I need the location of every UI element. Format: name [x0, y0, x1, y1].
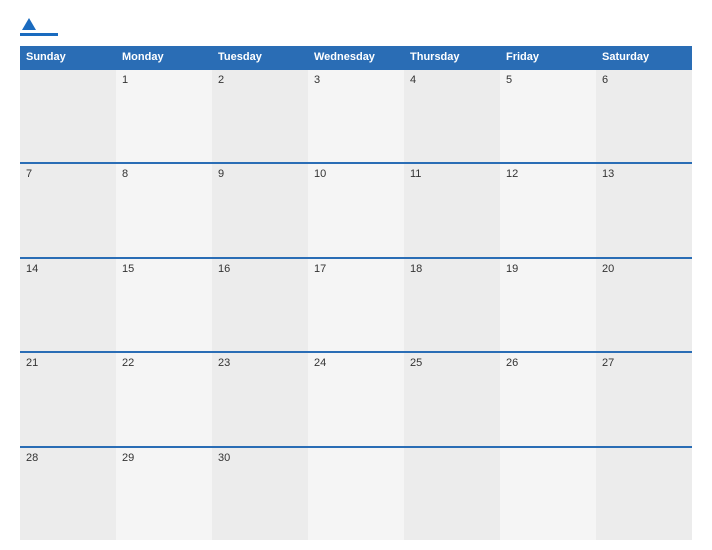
calendar-cell: 5 — [500, 70, 596, 162]
day-number: 6 — [602, 74, 686, 86]
day-number: 21 — [26, 357, 110, 369]
calendar-cell: 9 — [212, 164, 308, 256]
calendar-cell: 12 — [500, 164, 596, 256]
calendar-cell: 27 — [596, 353, 692, 445]
calendar-header: SundayMondayTuesdayWednesdayThursdayFrid… — [20, 46, 692, 68]
logo-triangle-icon — [22, 18, 36, 30]
calendar-cell: 13 — [596, 164, 692, 256]
calendar-cell: 8 — [116, 164, 212, 256]
calendar-cell: 19 — [500, 259, 596, 351]
day-number: 23 — [218, 357, 302, 369]
day-number: 22 — [122, 357, 206, 369]
calendar-cell: 6 — [596, 70, 692, 162]
weekday-header: Friday — [500, 46, 596, 68]
calendar-cell: 14 — [20, 259, 116, 351]
day-number: 25 — [410, 357, 494, 369]
calendar-cell — [20, 70, 116, 162]
calendar-cell — [500, 448, 596, 540]
calendar-cell: 22 — [116, 353, 212, 445]
calendar-week: 14 15 16 17 18 19 20 — [20, 257, 692, 351]
day-number: 26 — [506, 357, 590, 369]
calendar-body: 1234567891011121314151617181920212223242… — [20, 68, 692, 540]
day-number: 12 — [506, 168, 590, 180]
calendar-cell: 16 — [212, 259, 308, 351]
calendar-cell: 3 — [308, 70, 404, 162]
day-number: 18 — [410, 263, 494, 275]
calendar-cell: 10 — [308, 164, 404, 256]
day-number: 1 — [122, 74, 206, 86]
day-number: 13 — [602, 168, 686, 180]
calendar-cell: 25 — [404, 353, 500, 445]
calendar-cell: 7 — [20, 164, 116, 256]
weekday-header: Monday — [116, 46, 212, 68]
day-number: 5 — [506, 74, 590, 86]
calendar-cell: 20 — [596, 259, 692, 351]
day-number: 9 — [218, 168, 302, 180]
day-number: 3 — [314, 74, 398, 86]
day-number: 15 — [122, 263, 206, 275]
day-number: 8 — [122, 168, 206, 180]
calendar-cell — [404, 448, 500, 540]
calendar: SundayMondayTuesdayWednesdayThursdayFrid… — [20, 46, 692, 540]
day-number: 14 — [26, 263, 110, 275]
day-number: 28 — [26, 452, 110, 464]
calendar-cell — [308, 448, 404, 540]
day-number: 11 — [410, 168, 494, 180]
calendar-cell: 2 — [212, 70, 308, 162]
calendar-cell: 1 — [116, 70, 212, 162]
day-number: 10 — [314, 168, 398, 180]
weekday-header: Wednesday — [308, 46, 404, 68]
calendar-week: 28 29 30 — [20, 446, 692, 540]
calendar-cell: 21 — [20, 353, 116, 445]
calendar-cell: 15 — [116, 259, 212, 351]
day-number: 24 — [314, 357, 398, 369]
day-number: 17 — [314, 263, 398, 275]
calendar-cell: 23 — [212, 353, 308, 445]
day-number: 29 — [122, 452, 206, 464]
calendar-cell: 29 — [116, 448, 212, 540]
day-number: 2 — [218, 74, 302, 86]
page-header — [20, 18, 692, 36]
weekday-header: Thursday — [404, 46, 500, 68]
calendar-cell: 11 — [404, 164, 500, 256]
day-number: 20 — [602, 263, 686, 275]
calendar-cell: 26 — [500, 353, 596, 445]
calendar-cell: 4 — [404, 70, 500, 162]
day-number: 16 — [218, 263, 302, 275]
weekday-header: Tuesday — [212, 46, 308, 68]
weekday-header: Sunday — [20, 46, 116, 68]
calendar-week: 123456 — [20, 68, 692, 162]
day-number: 7 — [26, 168, 110, 180]
weekday-header: Saturday — [596, 46, 692, 68]
calendar-cell: 28 — [20, 448, 116, 540]
day-number: 4 — [410, 74, 494, 86]
day-number: 27 — [602, 357, 686, 369]
calendar-week: 21 22 23 24 25 26 27 — [20, 351, 692, 445]
day-number: 19 — [506, 263, 590, 275]
calendar-cell — [596, 448, 692, 540]
calendar-week: 789 10 11 12 13 — [20, 162, 692, 256]
calendar-cell: 24 — [308, 353, 404, 445]
day-number: 30 — [218, 452, 302, 464]
logo — [20, 18, 60, 36]
logo-line — [20, 33, 58, 36]
calendar-page: SundayMondayTuesdayWednesdayThursdayFrid… — [0, 0, 712, 550]
calendar-cell: 30 — [212, 448, 308, 540]
calendar-cell: 17 — [308, 259, 404, 351]
calendar-cell: 18 — [404, 259, 500, 351]
